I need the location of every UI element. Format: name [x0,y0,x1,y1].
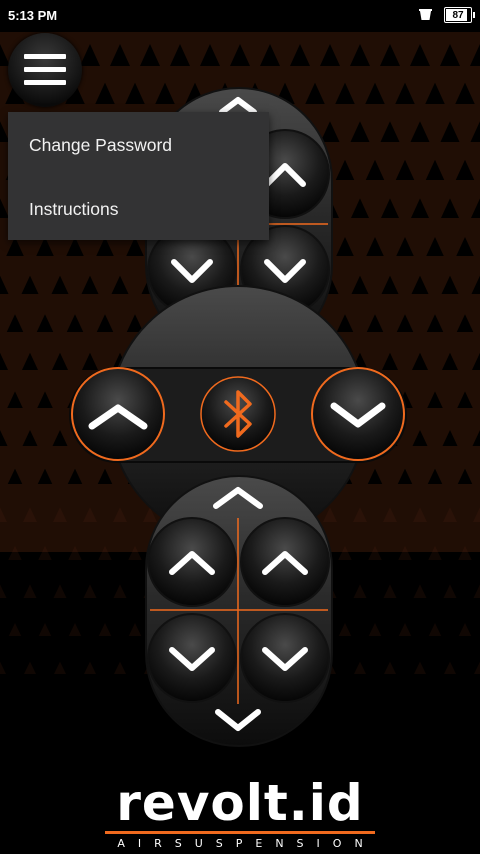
logo-tagline: AIRSUSPENSION [117,837,376,850]
rear-right-up-button[interactable] [240,517,330,607]
menu-item-instructions[interactable]: Instructions [29,199,118,220]
menu-bar-icon [24,54,66,59]
menu-bar-icon [24,67,66,72]
logo-wordmark: revolt.id [116,774,364,832]
hamburger-menu-button[interactable] [8,33,82,107]
rear-right-down-button[interactable] [240,613,330,703]
brand-logo: revolt.id AIRSUSPENSION [0,778,480,850]
rear-left-up-button[interactable] [147,517,237,607]
all-up-button[interactable] [71,367,165,461]
all-down-button[interactable] [311,367,405,461]
menu-bar-icon [24,80,66,85]
menu-item-change-password[interactable]: Change Password [29,135,172,156]
options-menu: Change Password Instructions [8,112,269,240]
rear-left-down-button[interactable] [147,613,237,703]
battery-percent: 87 [452,9,464,21]
rear-pod [145,475,333,747]
bluetooth-button[interactable] [200,376,276,452]
